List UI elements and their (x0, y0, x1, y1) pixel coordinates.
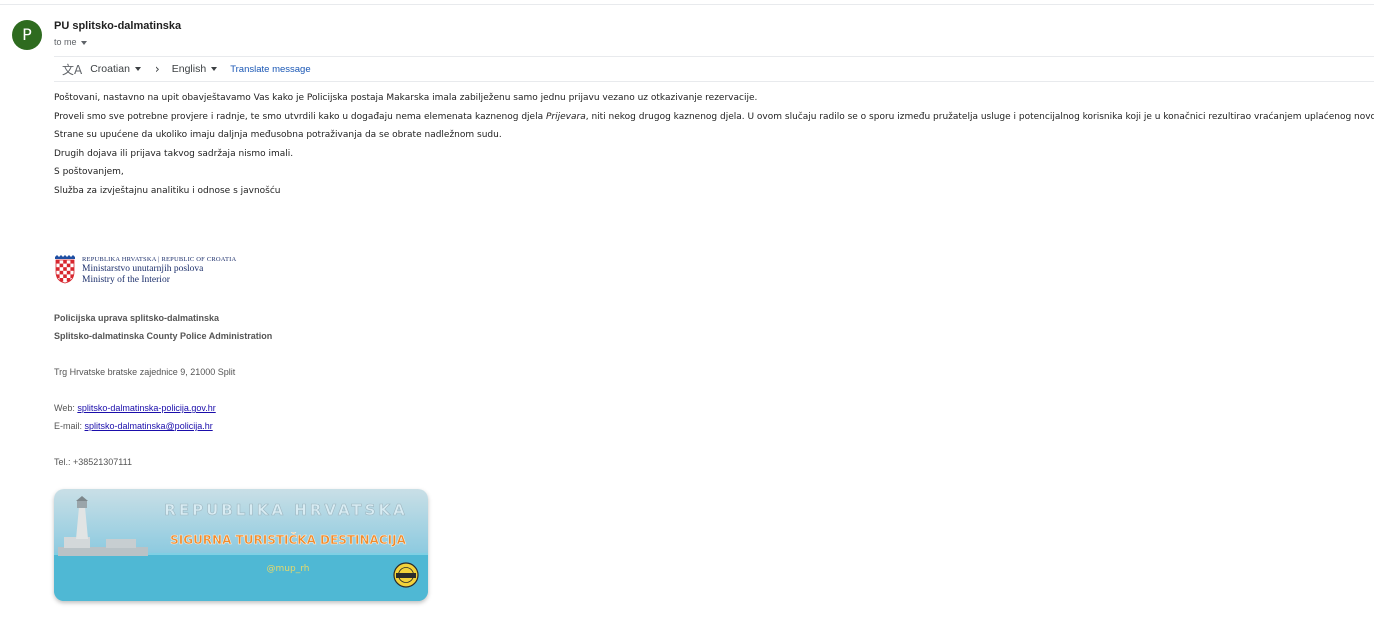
sea (54, 553, 428, 601)
logo-republic-line: REPUBLIKA HRVATSKA | REPUBLIC OF CROATIA (82, 256, 237, 263)
tourism-banner-image: REPUBLIKA HRVATSKA SIGURNA TURISTIČKA DE… (54, 489, 428, 601)
signature-email: E-mail: splitsko-dalmatinska@policija.hr (54, 421, 213, 431)
caret-down-icon (134, 67, 141, 72)
translate-bar-divider-bottom (54, 81, 1374, 82)
translate-bar: 文A Croatian › English Translate message (62, 57, 311, 81)
message-line: Drugih dojava ili prijava takvog sadržaj… (54, 148, 294, 159)
chevron-right-icon: › (154, 62, 160, 76)
signature-phone: Tel.: +38521307111 (54, 457, 132, 467)
web-link[interactable]: splitsko-dalmatinska-policija.gov.hr (77, 403, 215, 413)
signature-web: Web: splitsko-dalmatinska-policija.gov.h… (54, 403, 216, 413)
message-text: , niti nekog drugog kaznenog djela. U ov… (585, 111, 1374, 122)
source-language-label: Croatian (90, 63, 130, 75)
message-line: Proveli smo sve potrebne provjere i radn… (54, 111, 1374, 130)
banner-subtitle: SIGURNA TURISTIČKA DESTINACIJA (170, 532, 406, 547)
signature-address: Trg Hrvatske bratske zajednice 9, 21000 … (54, 367, 236, 377)
logo-ministry-en: Ministry of the Interior (82, 275, 170, 285)
to-me-label: to me (54, 37, 77, 47)
message-italic-text: Prijevara (545, 111, 586, 122)
web-label: Web: (54, 403, 78, 413)
ministry-logo: REPUBLIKA HRVATSKA | REPUBLIC OF CROATIA… (54, 254, 236, 286)
source-language-dropdown[interactable]: Croatian (90, 63, 141, 75)
caret-down-icon (80, 40, 87, 45)
signature-org-en: Splitsko-dalmatinska County Police Admin… (54, 331, 273, 341)
banner-handle: @mup_rh (267, 564, 310, 574)
email-label: E-mail: (54, 421, 85, 431)
badge-icon (393, 562, 419, 588)
banner-graphic: REPUBLIKA HRVATSKA SIGURNA TURISTIČKA DE… (54, 489, 428, 601)
signature-org-hr: Policijska uprava splitsko-dalmatinska (54, 313, 220, 323)
email-link[interactable]: splitsko-dalmatinska@policija.hr (85, 421, 213, 431)
banner-title: REPUBLIKA HRVATSKA (164, 501, 407, 519)
message-line: S poštovanjem, (54, 167, 124, 177)
sender-name[interactable]: PU splitsko-dalmatinska (54, 20, 181, 32)
recipient-details-toggle[interactable]: to me (54, 37, 87, 47)
message-body: Poštovani, nastavno na upit obavještavam… (54, 92, 1374, 203)
message-line: Poštovani, nastavno na upit obavještavam… (54, 93, 758, 103)
sender-avatar[interactable]: P (12, 20, 42, 50)
logo-ministry-hr: Ministarstvo unutarnjih poslova (82, 264, 204, 274)
target-language-label: English (171, 63, 207, 75)
target-language-dropdown[interactable]: English (171, 63, 218, 75)
message-text: Proveli smo sve potrebne provjere i radn… (54, 111, 546, 122)
croatian-coat-of-arms-icon (55, 255, 75, 284)
top-divider (0, 4, 1374, 5)
message-line: Strane su upućene da ukoliko imaju daljn… (54, 130, 502, 140)
caret-down-icon (211, 67, 218, 72)
translate-message-link[interactable]: Translate message (230, 64, 310, 75)
message-line: Služba za izvještajnu analitiku i odnose… (54, 185, 281, 196)
translate-icon: 文A (62, 62, 83, 77)
